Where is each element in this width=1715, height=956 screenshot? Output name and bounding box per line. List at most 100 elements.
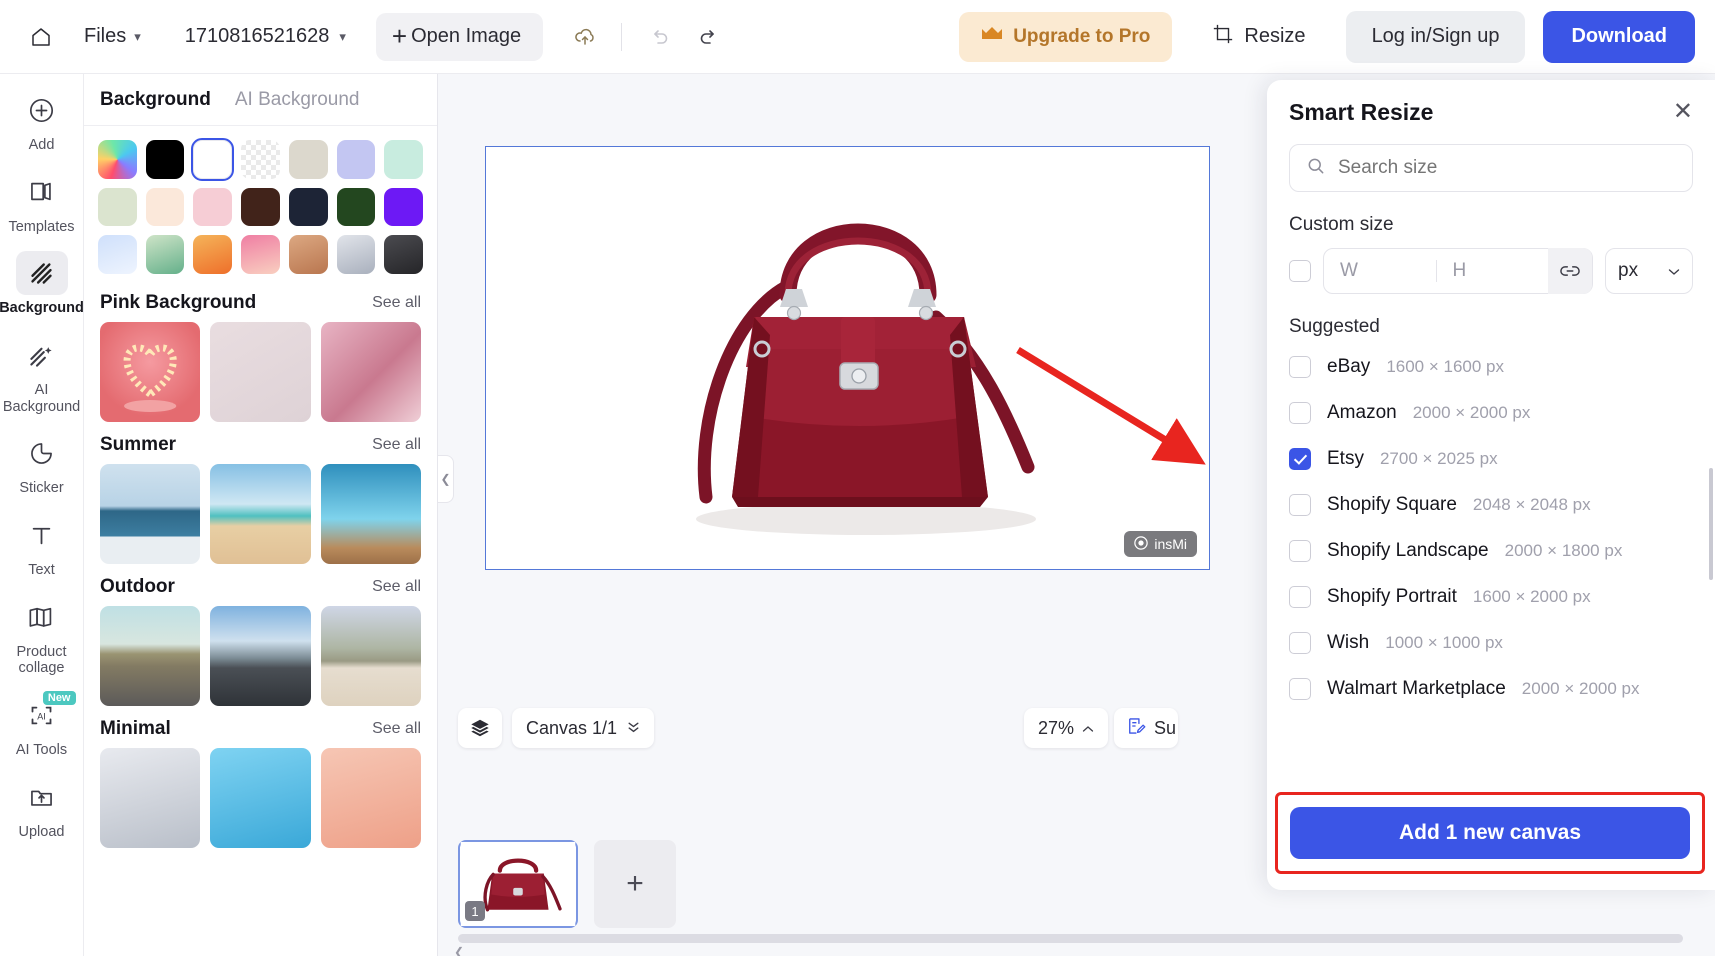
see-all-link[interactable]: See all	[372, 578, 421, 596]
suggested-item-walmart-marketplace[interactable]: Walmart Marketplace 2000 × 2000 px	[1267, 666, 1715, 712]
suggested-item-shopify-square[interactable]: Shopify Square 2048 × 2048 px	[1267, 482, 1715, 528]
canvas-selector[interactable]: Canvas 1/1	[512, 708, 655, 748]
thumb-hill-wood-floor[interactable]	[320, 606, 421, 707]
suggested-item-wish[interactable]: Wish 1000 × 1000 px	[1267, 620, 1715, 666]
sidebar-item-product-collage[interactable]: Product collage	[4, 595, 80, 677]
checkbox[interactable]	[1289, 494, 1311, 516]
swatch-black[interactable]	[145, 140, 185, 179]
cloud-upload-icon[interactable]	[565, 17, 605, 57]
suggested-item-shopify-portrait[interactable]: Shopify Portrait 1600 × 2000 px	[1267, 574, 1715, 620]
swatch-beige[interactable]	[288, 140, 328, 179]
filmstrip-scroll-left[interactable]: ❮	[454, 945, 464, 956]
sidebar-item-background[interactable]: Background	[0, 251, 84, 317]
swatch-tan-gradient[interactable]	[288, 235, 328, 275]
swatch-light-blue-gradient[interactable]	[98, 235, 137, 275]
document-name-dropdown[interactable]: 1710816521628 ▾	[185, 25, 346, 48]
layers-icon[interactable]	[458, 708, 502, 748]
thumb-beach-sand-sky[interactable]	[210, 464, 311, 565]
panel-scrollbar[interactable]	[1709, 468, 1713, 580]
suggested-item-ebay[interactable]: eBay 1600 × 1600 px	[1267, 344, 1715, 390]
smart-resize-header: Smart Resize ✕	[1267, 80, 1715, 144]
open-image-button[interactable]: + Open Image	[375, 12, 544, 61]
checkbox[interactable]	[1289, 632, 1311, 654]
link-aspect-icon[interactable]	[1548, 248, 1592, 294]
swatch-orange-gradient[interactable]	[193, 235, 233, 275]
thumb-blue-gradient[interactable]	[210, 748, 311, 849]
zoom-control[interactable]: 27%	[1024, 708, 1109, 748]
suggested-item-amazon[interactable]: Amazon 2000 × 2000 px	[1267, 390, 1715, 436]
new-badge: New	[42, 691, 76, 706]
sidebar-label: Templates	[8, 218, 75, 235]
thumb-desert-road[interactable]	[100, 606, 201, 707]
close-icon[interactable]: ✕	[1673, 100, 1693, 124]
height-input[interactable]: H	[1437, 260, 1549, 282]
download-button[interactable]: Download	[1543, 10, 1695, 63]
thumb-pink-flower-wall[interactable]	[210, 322, 311, 423]
thumb-pink-window-light[interactable]	[320, 322, 421, 423]
suggestion-button[interactable]: Su	[1114, 708, 1178, 748]
width-input[interactable]: W	[1324, 260, 1436, 282]
swatch-periwinkle[interactable]	[336, 140, 376, 179]
add-new-canvas-button[interactable]: Add 1 new canvas	[1290, 807, 1690, 859]
swatch-blush-pink[interactable]	[193, 187, 233, 227]
see-all-link[interactable]: See all	[372, 436, 421, 454]
canvas-frame[interactable]: insMi	[485, 146, 1210, 570]
filmstrip-page-thumbnail[interactable]: 1	[458, 840, 578, 928]
swatch-silver-gradient[interactable]	[336, 235, 376, 275]
search-input[interactable]	[1338, 157, 1676, 179]
checkbox[interactable]	[1289, 678, 1311, 700]
sidebar-item-ai-background[interactable]: AI Background	[3, 333, 80, 415]
checkbox[interactable]	[1289, 540, 1311, 562]
sidebar-item-text[interactable]: Text	[4, 513, 80, 579]
redo-icon[interactable]	[688, 16, 730, 58]
suggested-item-etsy[interactable]: Etsy 2700 × 2025 px	[1267, 436, 1715, 482]
tab-background[interactable]: Background	[100, 89, 211, 111]
swatch-violet[interactable]	[384, 187, 424, 227]
sidebar-item-upload[interactable]: Upload	[4, 775, 80, 841]
home-icon[interactable]	[20, 16, 62, 58]
swatch-navy[interactable]	[288, 187, 328, 227]
thumb-peach-gradient[interactable]	[320, 748, 421, 849]
resize-button[interactable]: Resize	[1198, 14, 1319, 60]
undo-icon[interactable]	[638, 16, 680, 58]
upload-folder-icon	[16, 775, 68, 819]
thumb-pool-water-deck[interactable]	[320, 464, 421, 565]
swatch-pink-gradient[interactable]	[241, 235, 280, 275]
checkbox[interactable]	[1289, 586, 1311, 608]
chevron-down-icon	[1668, 260, 1680, 282]
files-menu[interactable]: Files ▾	[84, 25, 141, 48]
swatch-white[interactable]	[191, 138, 235, 181]
swatch-transparent[interactable]	[241, 140, 280, 179]
unit-selector[interactable]: px	[1605, 248, 1693, 294]
sidebar-item-sticker[interactable]: Sticker	[4, 431, 80, 497]
swatch-cream[interactable]	[145, 187, 185, 227]
swatch-green-gradient[interactable]	[145, 235, 185, 275]
tab-ai-background[interactable]: AI Background	[235, 89, 360, 111]
sidebar-item-add[interactable]: Add	[4, 88, 80, 154]
thumb-gray-gradient[interactable]	[100, 748, 201, 849]
swatch-dark-brown[interactable]	[241, 187, 280, 227]
see-all-link[interactable]: See all	[372, 294, 421, 312]
search-size-field[interactable]	[1289, 144, 1693, 192]
swatch-sage[interactable]	[98, 187, 137, 227]
checkbox[interactable]	[1289, 356, 1311, 378]
upgrade-to-pro-button[interactable]: Upgrade to Pro	[959, 11, 1173, 62]
horizontal-scrollbar[interactable]	[458, 934, 1683, 943]
swatch-forest-green[interactable]	[336, 187, 376, 227]
sidebar-item-templates[interactable]: Templates	[4, 170, 80, 236]
swatch-mint[interactable]	[384, 140, 424, 179]
login-signup-button[interactable]: Log in/Sign up	[1345, 10, 1526, 63]
swatch-charcoal-gradient[interactable]	[384, 235, 424, 275]
swatch-rainbow-gradient[interactable]	[98, 140, 137, 179]
custom-size-checkbox[interactable]	[1289, 260, 1311, 282]
thumb-ocean-horizon[interactable]	[100, 464, 201, 565]
checkbox[interactable]	[1289, 448, 1311, 470]
panel-collapse-toggle[interactable]: ❮	[438, 455, 454, 503]
thumb-pink-heart-podium[interactable]	[100, 322, 201, 423]
see-all-link[interactable]: See all	[372, 720, 421, 738]
add-page-button[interactable]: +	[594, 840, 676, 928]
thumb-city-skyline-road[interactable]	[210, 606, 311, 707]
checkbox[interactable]	[1289, 402, 1311, 424]
sidebar-item-ai-tools[interactable]: AI New AI Tools	[4, 691, 80, 759]
suggested-item-shopify-landscape[interactable]: Shopify Landscape 2000 × 1800 px	[1267, 528, 1715, 574]
